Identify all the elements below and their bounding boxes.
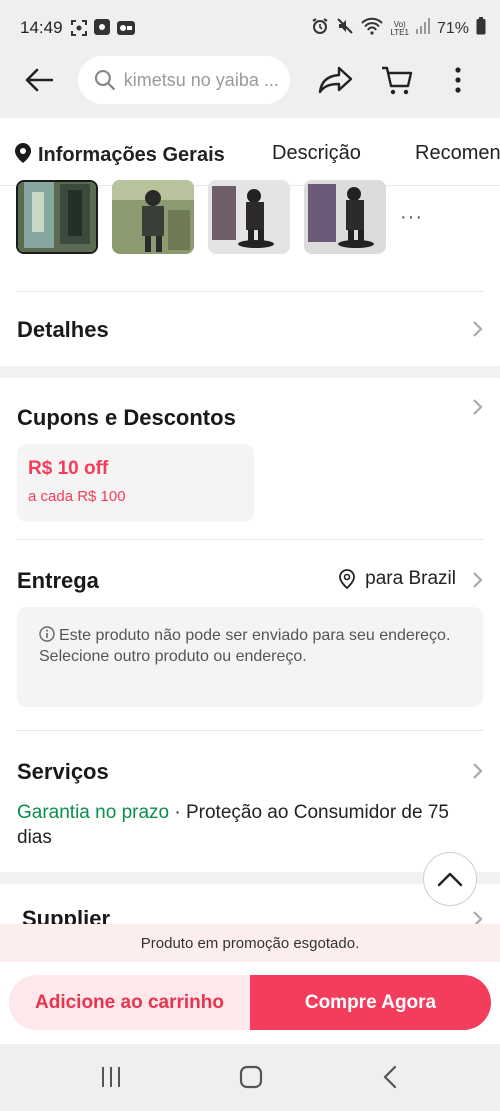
battery-level: 71%	[436, 19, 469, 37]
info-icon	[39, 626, 55, 642]
coupon-condition: a cada R$ 100	[28, 488, 126, 505]
services-info[interactable]: Garantia no prazo · Proteção ao Consumid…	[17, 800, 487, 850]
ship-to-country: para Brazil	[365, 568, 456, 589]
product-thumbnail[interactable]	[112, 180, 194, 254]
system-icons: Vo) LTE1 71%	[311, 17, 486, 40]
more-options-button[interactable]	[446, 62, 470, 98]
product-thumbnail[interactable]	[304, 180, 386, 254]
wifi-icon	[361, 17, 384, 40]
more-vertical-icon	[455, 67, 461, 93]
app-notification-icon-2	[116, 19, 136, 42]
search-icon	[94, 70, 115, 91]
top-navigation-bar: kimetsu no yaiba ...	[0, 56, 500, 118]
back-button[interactable]	[20, 62, 58, 98]
search-placeholder: kimetsu no yaiba ...	[123, 69, 279, 90]
status-time: 14:49	[20, 18, 63, 37]
chevron-right-icon[interactable]	[472, 762, 484, 780]
tab-general-info[interactable]: Informações Gerais	[14, 142, 225, 167]
alarm-icon	[311, 17, 329, 40]
ship-to-selector[interactable]: para Brazil	[339, 568, 456, 590]
promo-sold-out-banner: Produto em promoção esgotado.	[0, 924, 500, 962]
coupon-amount: R$ 10 off	[28, 458, 109, 479]
cart-button[interactable]	[378, 62, 416, 98]
coupons-title: Cupons e Descontos	[17, 405, 236, 430]
recent-apps-icon[interactable]	[100, 1066, 122, 1088]
purchase-actions: Adicione ao carrinho Compre Agora	[0, 962, 500, 1044]
location-outline-icon	[339, 569, 356, 589]
shipping-notice: Este produto não pode ser enviado para s…	[17, 607, 483, 707]
share-button[interactable]	[316, 62, 356, 98]
back-arrow-icon	[25, 68, 53, 92]
services-separator: ·	[169, 802, 186, 823]
scroll-to-top-button[interactable]	[423, 852, 477, 906]
chevron-up-icon	[437, 872, 463, 887]
mute-icon	[336, 17, 354, 40]
buy-now-button[interactable]: Compre Agora	[250, 975, 491, 1030]
services-title: Serviços	[17, 759, 109, 784]
divider	[16, 539, 484, 540]
details-title[interactable]: Detalhes	[17, 317, 109, 343]
product-thumbnails: ···	[16, 180, 496, 256]
screenshot-icon	[70, 19, 88, 42]
divider	[16, 291, 484, 292]
battery-icon	[476, 17, 486, 40]
product-thumbnail[interactable]	[16, 180, 98, 254]
tab-description[interactable]: Descrição	[272, 142, 361, 165]
network-lte: LTE1	[390, 27, 409, 37]
notification-icons	[70, 19, 136, 42]
chevron-right-icon[interactable]	[472, 571, 484, 589]
network-type: Vo) LTE1	[390, 20, 409, 37]
section-tabs: Informações Gerais Descrição Recomen	[0, 118, 500, 186]
signal-icon	[415, 18, 430, 39]
share-icon	[318, 66, 353, 94]
tab-general-info-label: Informações Gerais	[38, 144, 225, 166]
section-gap	[0, 366, 500, 378]
chevron-right-icon[interactable]	[472, 398, 484, 416]
home-icon[interactable]	[239, 1065, 263, 1089]
divider	[16, 730, 484, 731]
system-navigation-bar	[0, 1044, 500, 1111]
more-thumbnails-button[interactable]: ···	[400, 206, 423, 229]
app-notification-icon	[94, 19, 110, 35]
add-to-cart-button[interactable]: Adicione ao carrinho	[9, 975, 250, 1030]
chevron-right-icon[interactable]	[472, 320, 484, 338]
location-pin-icon	[15, 143, 31, 163]
delivery-title: Entrega	[17, 568, 99, 593]
product-thumbnail[interactable]	[208, 180, 290, 254]
back-nav-icon[interactable]	[382, 1065, 398, 1089]
notice-line-2: Selecione outro produto ou endereço.	[39, 648, 307, 665]
search-input[interactable]: kimetsu no yaiba ...	[78, 56, 290, 104]
guarantee-label: Garantia no prazo	[17, 802, 170, 823]
cart-icon	[382, 66, 413, 95]
tab-recommendations[interactable]: Recomen	[415, 142, 500, 165]
status-bar: 14:49 Vo) LTE1 71%	[0, 0, 500, 56]
coupon-card[interactable]: R$ 10 off a cada R$ 100	[17, 444, 254, 522]
notice-line-1: Este produto não pode ser enviado para s…	[59, 627, 451, 644]
